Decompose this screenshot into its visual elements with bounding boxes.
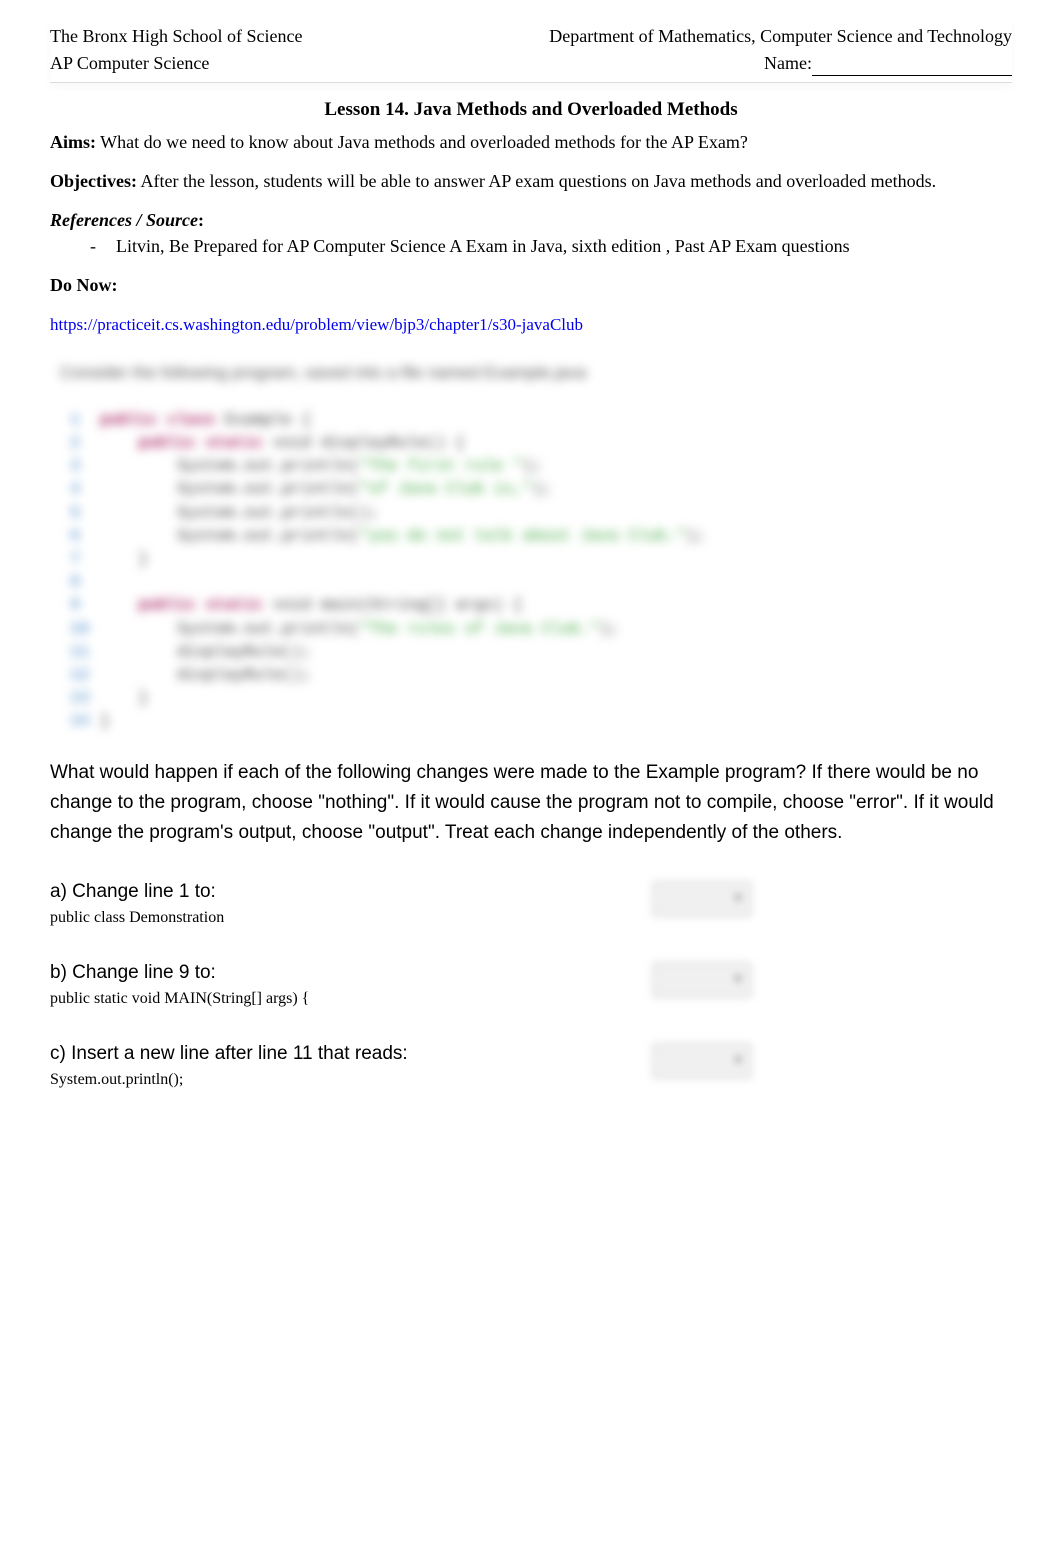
references-label: References / Source: [50, 210, 198, 230]
code-line: 12 displayRule();: [70, 664, 1012, 687]
lesson-title: Lesson 14. Java Methods and Overloaded M…: [50, 97, 1012, 124]
objectives-text: After the lesson, students will be able …: [137, 171, 936, 191]
name-blank-line: [812, 58, 1012, 76]
question-code: System.out.println();: [50, 1069, 652, 1091]
code-line: 6 System.out.println("you do not talk ab…: [70, 525, 1012, 548]
code-line: 9 public static void main(String[] args)…: [70, 594, 1012, 617]
aims-label: Aims:: [50, 132, 96, 152]
line-number: 9: [70, 594, 100, 617]
bullet-dash: -: [90, 234, 96, 259]
line-number: 12: [70, 664, 100, 687]
code-content: System.out.println("The first rule ");: [100, 455, 542, 478]
question-prompt: b) Change line 9 to:: [50, 960, 652, 987]
code-content: System.out.println("of Java Club is,");: [100, 478, 551, 501]
line-number: 4: [70, 478, 100, 501]
code-content: public static void displayRule() {: [100, 432, 465, 455]
objectives-label: Objectives:: [50, 171, 137, 191]
line-number: 13: [70, 687, 100, 710]
code-content: displayRule();: [100, 641, 311, 664]
code-line: 2 public static void displayRule() {: [70, 432, 1012, 455]
code-content: System.out.println("you do not talk abou…: [100, 525, 705, 548]
line-number: 3: [70, 455, 100, 478]
code-content: }: [100, 710, 110, 733]
code-line: 8: [70, 571, 1012, 594]
department-name: Department of Mathematics, Computer Scie…: [549, 24, 1012, 49]
line-number: 10: [70, 618, 100, 641]
code-content: }: [100, 687, 148, 710]
code-line: 4 System.out.println("of Java Club is,")…: [70, 478, 1012, 501]
question-row: c) Insert a new line after line 11 that …: [50, 1041, 1012, 1092]
school-name: The Bronx High School of Science: [50, 24, 302, 49]
line-number: 7: [70, 548, 100, 571]
blurred-intro-text: Consider the following program, saved in…: [60, 361, 1012, 385]
code-block: 1public class Example {2 public static v…: [60, 409, 1012, 734]
code-line: 14}: [70, 710, 1012, 733]
code-content: }: [100, 548, 148, 571]
name-field: Name:: [764, 51, 1012, 76]
line-number: 1: [70, 409, 100, 432]
question-prompt: c) Insert a new line after line 11 that …: [50, 1041, 652, 1068]
line-number: 11: [70, 641, 100, 664]
line-number: 2: [70, 432, 100, 455]
code-content: public static void main(String[] args) {: [100, 594, 522, 617]
code-line: 3 System.out.println("The first rule ");: [70, 455, 1012, 478]
question-code: public class Demonstration: [50, 907, 652, 929]
code-line: 5 System.out.println();: [70, 502, 1012, 525]
line-number: 8: [70, 571, 100, 594]
question-row: a) Change line 1 to:public class Demonst…: [50, 879, 1012, 930]
code-content: public class Example {: [100, 409, 311, 432]
code-line: 10 System.out.println("The rules of Java…: [70, 618, 1012, 641]
document-header: The Bronx High School of Science Departm…: [50, 20, 1012, 83]
question-instructions: What would happen if each of the followi…: [50, 758, 1012, 849]
course-name: AP Computer Science: [50, 51, 209, 76]
question-text-block: c) Insert a new line after line 11 that …: [50, 1041, 652, 1092]
practice-link[interactable]: https://practiceit.cs.washington.edu/pro…: [50, 315, 583, 334]
do-now-label: Do Now:: [50, 273, 1012, 298]
question-row: b) Change line 9 to:public static void M…: [50, 960, 1012, 1011]
line-number: 6: [70, 525, 100, 548]
code-line: 13 }: [70, 687, 1012, 710]
aims-section: Aims: What do we need to know about Java…: [50, 130, 1012, 155]
answer-select[interactable]: [652, 881, 752, 917]
objectives-section: Objectives: After the lesson, students w…: [50, 169, 1012, 194]
answer-select[interactable]: [652, 962, 752, 998]
code-line: 11 displayRule();: [70, 641, 1012, 664]
question-prompt: a) Change line 1 to:: [50, 879, 652, 906]
question-code: public static void MAIN(String[] args) {: [50, 988, 652, 1010]
reference-item: Litvin, Be Prepared for AP Computer Scie…: [116, 234, 850, 259]
code-content: System.out.println();: [100, 502, 378, 525]
code-line: 7 }: [70, 548, 1012, 571]
code-content: displayRule();: [100, 664, 311, 687]
do-now-section: Do Now:: [50, 273, 1012, 298]
question-text-block: b) Change line 9 to:public static void M…: [50, 960, 652, 1011]
references-section: References / Source: - Litvin, Be Prepar…: [50, 208, 1012, 258]
line-number: 5: [70, 502, 100, 525]
question-text-block: a) Change line 1 to:public class Demonst…: [50, 879, 652, 930]
code-line: 1public class Example {: [70, 409, 1012, 432]
blurred-code-section: Consider the following program, saved in…: [60, 357, 1012, 737]
line-number: 14: [70, 710, 100, 733]
answer-select[interactable]: [652, 1043, 752, 1079]
aims-text: What do we need to know about Java metho…: [96, 132, 748, 152]
code-content: System.out.println("The rules of Java Cl…: [100, 618, 619, 641]
